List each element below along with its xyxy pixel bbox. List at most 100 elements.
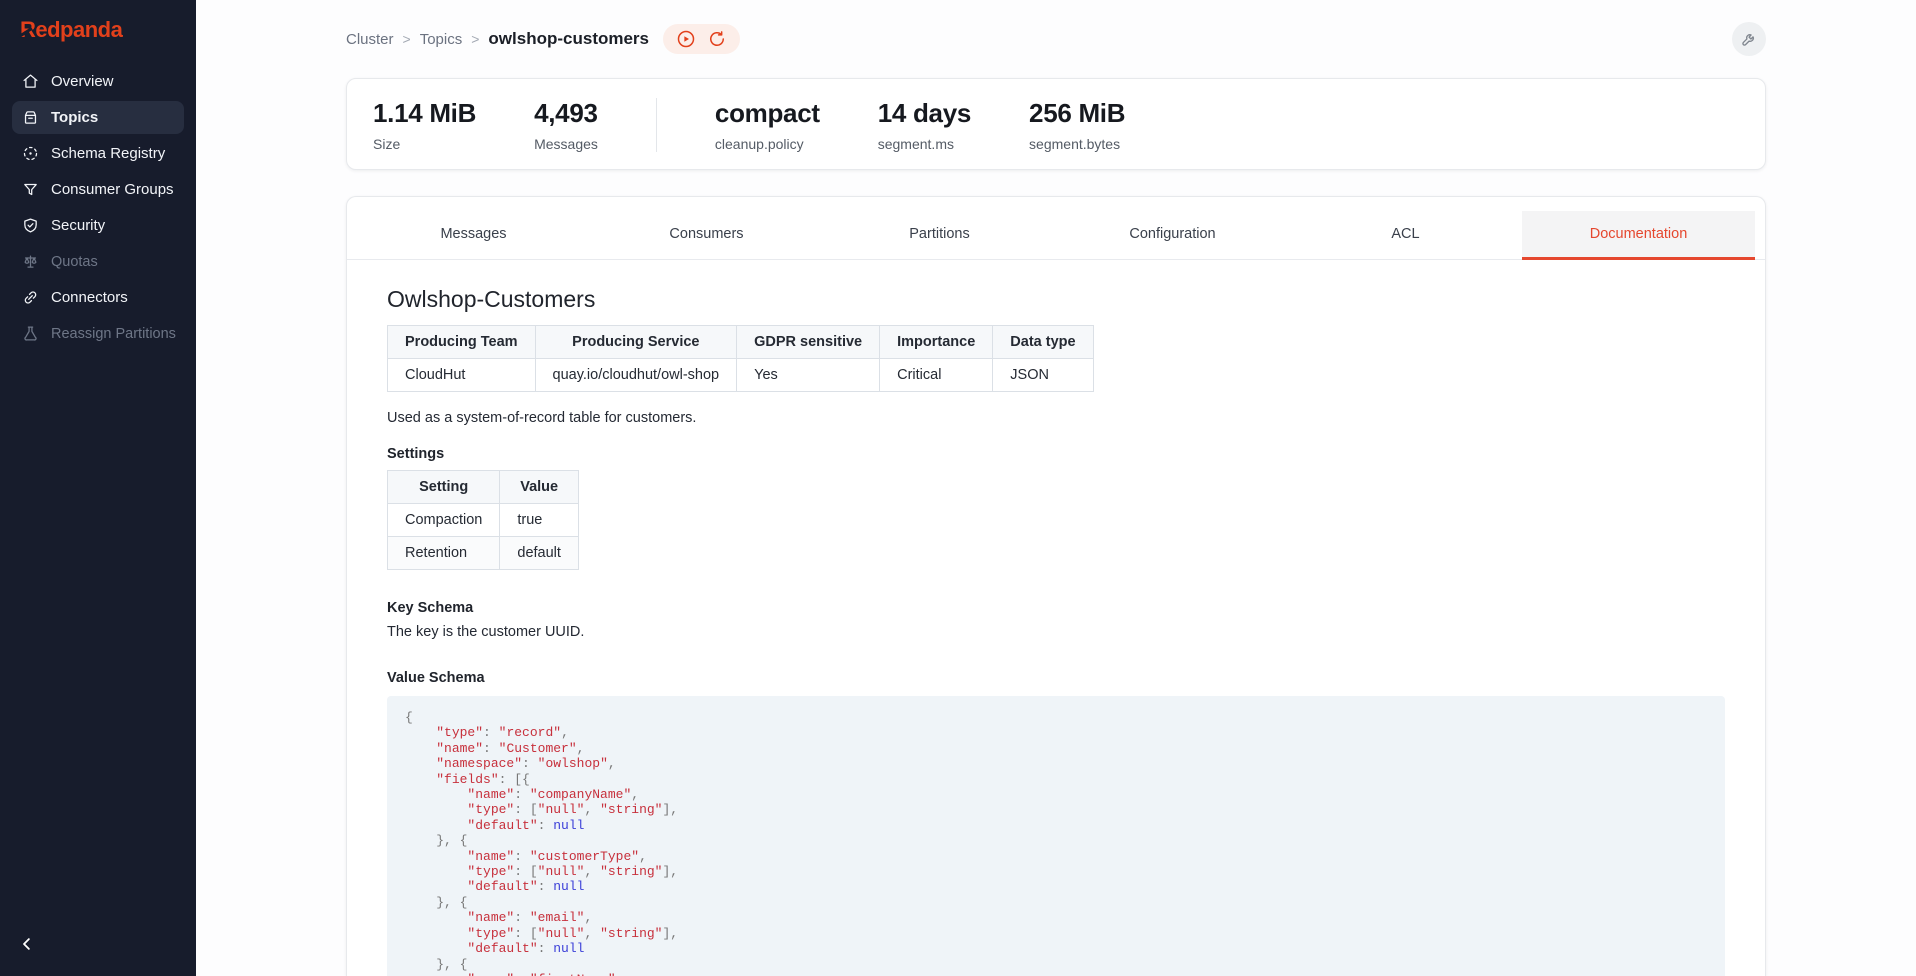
table-cell: default [500,537,579,570]
sidebar-item-reassign-partitions[interactable]: Reassign Partitions [12,317,184,350]
sidebar-item-label: Overview [51,73,114,90]
sidebar-nav: Overview Topics Schema Registry Consumer Gr… [0,55,196,350]
connectors-icon [22,289,39,306]
documentation-content: Owlshop-Customers Producing TeamProducin… [347,260,1765,976]
table-row: Compactiontrue [388,504,579,537]
sidebar-item-label: Security [51,217,105,234]
column-header: Producing Service [535,326,737,359]
sidebar-footer [0,919,196,976]
doc-title: Owlshop-Customers [387,286,1725,313]
topic-info-table: Producing TeamProducing ServiceGDPR sens… [387,325,1094,392]
table-cell: true [500,504,579,537]
stat-value: 1.14 MiB [373,98,476,129]
settings-table: SettingValueCompactiontrueRetentiondefau… [387,470,579,570]
wrench-icon [1740,30,1758,48]
table-row: CloudHutquay.io/cloudhut/owl-shopYesCrit… [388,359,1094,392]
breadcrumb: Cluster > Topics > owlshop-customers [346,29,649,49]
sidebar-item-label: Schema Registry [51,145,165,162]
stat-value: 4,493 [534,98,598,129]
topics-icon [22,109,39,126]
home-icon [22,73,39,90]
table-row: Retentiondefault [388,537,579,570]
settings-button[interactable] [1732,22,1766,56]
column-header: Value [500,471,579,504]
table-cell: CloudHut [388,359,536,392]
topic-actions [663,24,740,54]
stat-cleanup-policy: compact cleanup.policy [715,98,820,152]
schema-registry-icon [22,145,39,162]
tab-messages[interactable]: Messages [357,211,590,259]
sidebar-item-label: Consumer Groups [51,181,174,198]
chevron-left-icon [18,935,36,953]
refresh-button[interactable] [707,29,727,49]
stat-value: 256 MiB [1029,98,1125,129]
breadcrumb-row: Cluster > Topics > owlshop-customers [346,24,740,54]
sidebar-item-schema-registry[interactable]: Schema Registry [12,137,184,170]
column-header: GDPR sensitive [737,326,880,359]
settings-heading: Settings [387,446,1725,462]
security-icon [22,217,39,234]
topic-detail-card: MessagesConsumersPartitionsConfiguration… [346,196,1766,976]
column-header: Importance [880,326,993,359]
table-cell: Retention [388,537,500,570]
stat-label: Messages [534,136,598,152]
sidebar-item-label: Connectors [51,289,128,306]
table-cell: Compaction [388,504,500,537]
redpanda-logo: Redpanda [0,0,196,55]
sidebar-item-quotas[interactable]: Quotas [12,245,184,278]
main-area: Cluster > Topics > owlshop-customers 1.14 Mi… [196,0,1916,976]
stat-size: 1.14 MiB Size [373,98,476,152]
stat-label: segment.bytes [1029,136,1125,152]
breadcrumb-separator-icon: > [471,31,479,47]
sidebar-item-label: Reassign Partitions [51,326,176,342]
play-circle-icon [676,29,696,49]
tab-partitions[interactable]: Partitions [823,211,1056,259]
stat-label: cleanup.policy [715,136,820,152]
stats-card: 1.14 MiB Size 4,493 Messages compact cleanup.… [346,78,1766,170]
stat-divider [656,98,657,152]
stat-messages: 4,493 Messages [534,98,598,152]
produce-record-button[interactable] [676,29,696,49]
sidebar-item-label: Quotas [51,254,98,270]
stat-label: Size [373,136,476,152]
stat-value: compact [715,98,820,129]
sidebar-item-consumer-groups[interactable]: Consumer Groups [12,173,184,206]
column-header: Producing Team [388,326,536,359]
table-cell: JSON [993,359,1093,392]
tab-configuration[interactable]: Configuration [1056,211,1289,259]
logo-text: Redpanda [20,17,122,42]
column-header: Setting [388,471,500,504]
sidebar-item-connectors[interactable]: Connectors [12,281,184,314]
consumer-groups-icon [22,181,39,198]
breadcrumb-item-topics[interactable]: Topics [420,31,463,48]
tab-bar: MessagesConsumersPartitionsConfiguration… [347,211,1765,260]
breadcrumb-item-owlshop-customers: owlshop-customers [488,29,649,49]
sidebar-collapse-button[interactable] [14,931,40,960]
key-schema-text: The key is the customer UUID. [387,624,1725,640]
sidebar-item-label: Topics [51,109,98,126]
breadcrumb-separator-icon: > [403,31,411,47]
table-cell: Critical [880,359,993,392]
column-header: Data type [993,326,1093,359]
value-schema-heading: Value Schema [387,670,1725,686]
key-schema-heading: Key Schema [387,600,1725,616]
sidebar: Redpanda Overview Topics Schema Registry Co… [0,0,196,976]
value-schema-code: { "type": "record", "name": "Customer", … [387,696,1725,976]
quotas-icon [22,253,39,270]
tab-acl[interactable]: ACL [1289,211,1522,259]
stat-label: segment.ms [878,136,971,152]
stat-segment-bytes: 256 MiB segment.bytes [1029,98,1125,152]
tab-consumers[interactable]: Consumers [590,211,823,259]
sidebar-item-security[interactable]: Security [12,209,184,242]
topic-description: Used as a system-of-record table for cus… [387,410,1725,426]
tab-documentation[interactable]: Documentation [1522,211,1755,259]
stat-value: 14 days [878,98,971,129]
sidebar-item-topics[interactable]: Topics [12,101,184,134]
reassign-partitions-icon [22,325,39,342]
stat-segment-ms: 14 days segment.ms [878,98,971,152]
table-cell: quay.io/cloudhut/owl-shop [535,359,737,392]
sidebar-item-overview[interactable]: Overview [12,65,184,98]
breadcrumb-item-cluster[interactable]: Cluster [346,31,394,48]
refresh-icon [707,29,727,49]
table-cell: Yes [737,359,880,392]
